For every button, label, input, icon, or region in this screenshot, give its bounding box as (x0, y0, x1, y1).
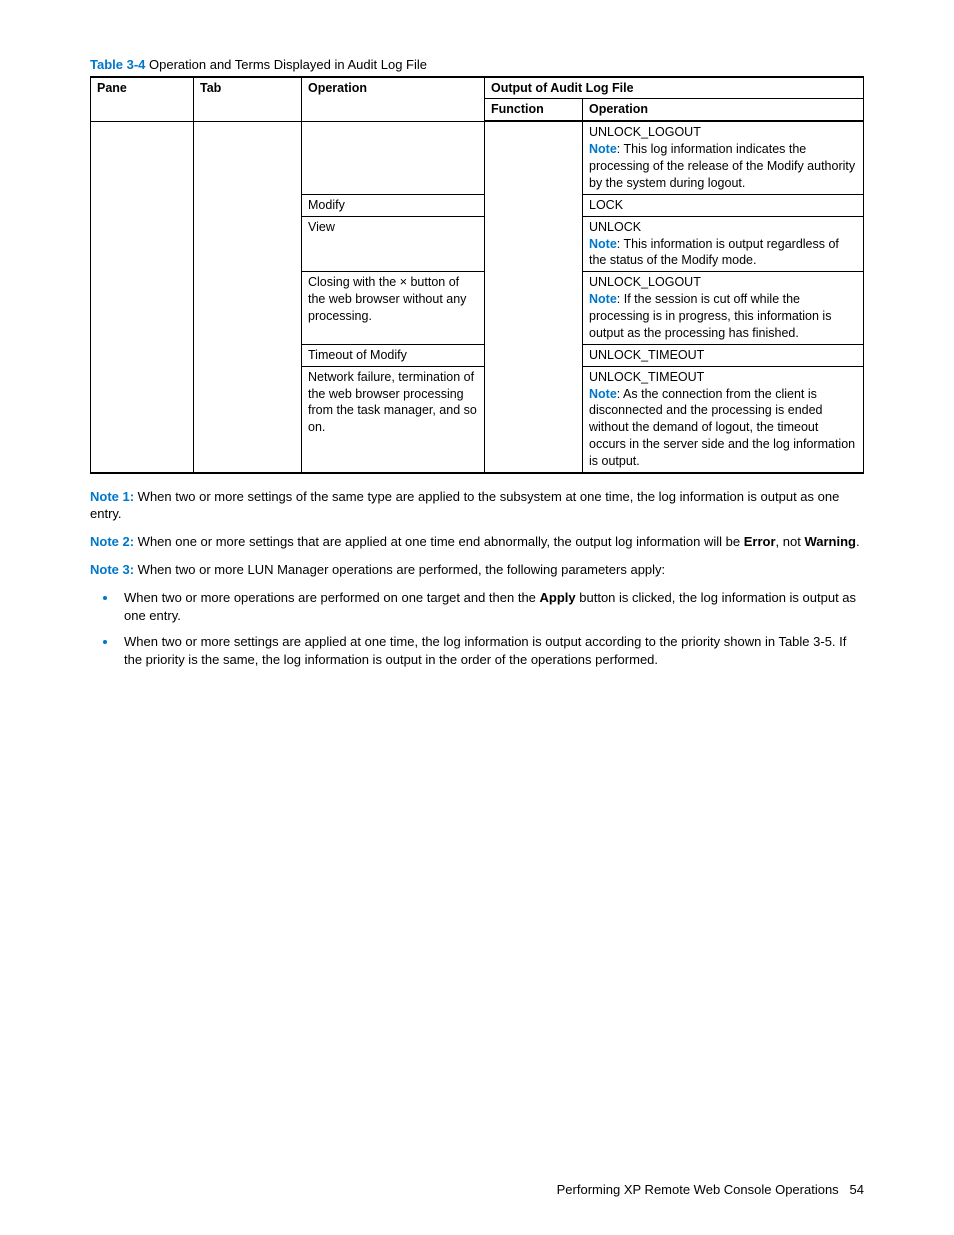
th-pane: Pane (91, 77, 194, 122)
cell-out-6: UNLOCK_TIMEOUT Note: As the connection f… (583, 366, 864, 473)
note-3: Note 3: When two or more LUN Manager ope… (90, 561, 864, 579)
th-output: Output of Audit Log File (485, 77, 864, 99)
out-note-label-3: Note (589, 237, 617, 251)
notes-section: Note 1: When two or more settings of the… (90, 488, 864, 668)
cell-op-2: Modify (302, 194, 485, 216)
note-2-warning: Warning (804, 534, 856, 549)
th-operation: Operation (302, 77, 485, 122)
note-2-label: Note 2: (90, 534, 134, 549)
cell-op-1 (302, 121, 485, 194)
note-2-error: Error (744, 534, 776, 549)
cell-out-2: LOCK (583, 194, 864, 216)
out-note-text-1: This log information indicates the proce… (589, 142, 855, 190)
cell-out-4: UNLOCK_LOGOUT Note: If the session is cu… (583, 272, 864, 345)
note-3-label: Note 3: (90, 562, 134, 577)
out-note-label-1: Note (589, 142, 617, 156)
cell-out-1: UNLOCK_LOGOUT Note: This log information… (583, 121, 864, 194)
note-2: Note 2: When one or more settings that a… (90, 533, 864, 551)
cell-out-3: UNLOCK Note: This information is output … (583, 216, 864, 272)
out-note-text-6: As the connection from the client is dis… (589, 387, 855, 469)
out-note-label-4: Note (589, 292, 617, 306)
audit-log-table: Pane Tab Operation Output of Audit Log F… (90, 76, 864, 474)
out-code-3: UNLOCK (589, 220, 641, 234)
note-2-not: , not (776, 534, 805, 549)
note-1-label: Note 1: (90, 489, 134, 504)
cell-op-5: Timeout of Modify (302, 344, 485, 366)
note-1: Note 1: When two or more settings of the… (90, 488, 864, 523)
out-code-2: LOCK (589, 198, 623, 212)
bullet-1-a: When two or more operations are performe… (124, 590, 540, 605)
out-code-1: UNLOCK_LOGOUT (589, 125, 701, 139)
footer-text: Performing XP Remote Web Console Operati… (557, 1182, 839, 1197)
table-caption-text: Operation and Terms Displayed in Audit L… (149, 57, 427, 72)
note-2-period: . (856, 534, 860, 549)
bullet-1-apply: Apply (540, 590, 576, 605)
cell-func (485, 121, 583, 473)
out-note-label-6: Note (589, 387, 617, 401)
cell-pane (91, 121, 194, 473)
out-code-5: UNLOCK_TIMEOUT (589, 348, 704, 362)
note-3-bullets: When two or more operations are performe… (90, 588, 864, 668)
cell-out-5: UNLOCK_TIMEOUT (583, 344, 864, 366)
cell-op-3: View (302, 216, 485, 272)
th-function: Function (485, 99, 583, 121)
out-note-text-4: If the session is cut off while the proc… (589, 292, 831, 340)
page-footer: Performing XP Remote Web Console Operati… (557, 1181, 864, 1199)
out-code-4: UNLOCK_LOGOUT (589, 275, 701, 289)
th-tab: Tab (194, 77, 302, 122)
bullet-2: When two or more settings are applied at… (118, 632, 864, 668)
note-1-text: When two or more settings of the same ty… (90, 489, 839, 522)
out-note-text-3: This information is output regardless of… (589, 237, 839, 268)
cell-op-4: Closing with the × button of the web bro… (302, 272, 485, 345)
th-op-out: Operation (583, 99, 864, 121)
table-caption: Table 3-4 Operation and Terms Displayed … (90, 56, 864, 74)
out-code-6: UNLOCK_TIMEOUT (589, 370, 704, 384)
cell-op-6: Network failure, termination of the web … (302, 366, 485, 473)
footer-page: 54 (850, 1182, 864, 1197)
table-caption-label: Table 3-4 (90, 57, 145, 72)
cell-tab (194, 121, 302, 473)
note-3-text: When two or more LUN Manager operations … (134, 562, 665, 577)
note-2-text-a: When one or more settings that are appli… (134, 534, 744, 549)
bullet-1: When two or more operations are performe… (118, 588, 864, 624)
